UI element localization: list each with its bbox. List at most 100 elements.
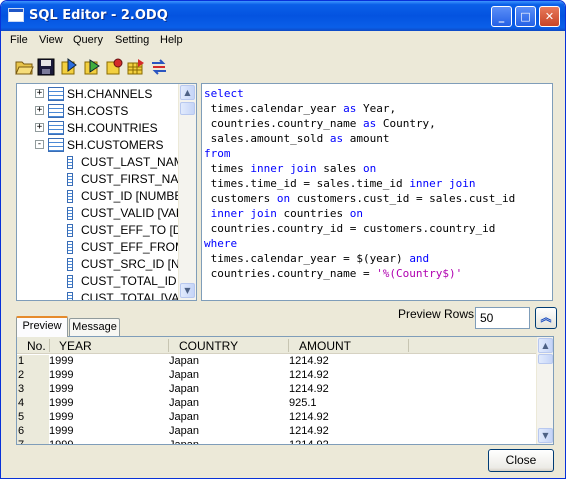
column-icon [67,156,73,169]
preview-rows-label: Preview Rows: [398,307,478,321]
grid-cell[interactable]: Japan [169,439,199,444]
tree-column-node[interactable]: CUST_EFF_FROM [ [17,239,192,256]
expand-icon[interactable]: + [35,106,44,115]
column-separator[interactable] [408,339,409,352]
tab-message[interactable]: Message [69,318,120,337]
table-row[interactable]: 1 1999 Japan 1214.92 [17,355,537,369]
maximize-icon: □ [520,10,531,23]
scroll-down-arrow-icon[interactable]: ▼ [538,428,553,443]
execute-icon[interactable] [104,57,124,77]
grid-cell[interactable]: 1214.92 [289,383,329,395]
results-grid[interactable]: No. YEAR COUNTRY AMOUNT 1 1999 Japan 1214.9… [16,336,554,445]
grid-cell[interactable]: 1999 [49,355,73,367]
expand-icon[interactable]: + [35,123,44,132]
menu-view[interactable]: View [39,34,63,46]
tree-table-node[interactable]: + SH.COSTS [17,103,187,120]
grid-cell[interactable]: 1999 [49,425,73,437]
table-row[interactable]: 5 1999 Japan 1214.92 [17,411,537,425]
title-bar[interactable]: SQL Editor - 2.ODQ _ □ ✕ [1,1,565,31]
grid-cell[interactable]: 1999 [49,369,73,381]
tree-column-node[interactable]: CUST_LAST_NAME [17,154,192,171]
window-title: SQL Editor - 2.ODQ [29,8,168,23]
grid-cell[interactable]: 925.1 [289,397,317,409]
tree-column-node[interactable]: CUST_EFF_TO [DA [17,222,189,239]
grid-cell[interactable]: Japan [169,355,199,367]
tree-table-node[interactable]: + SH.CHANNELS [17,86,187,103]
tree-column-node[interactable]: CUST_FIRST_NAM [17,171,188,188]
preview-rows-input[interactable]: 50 [475,307,530,329]
result-tabs: Preview Message [16,316,216,337]
column-separator[interactable] [49,339,50,352]
tree-scroll-thumb[interactable] [180,102,195,115]
menu-query[interactable]: Query [73,34,103,46]
sql-line: inner join countries on [204,206,363,221]
grid-cell[interactable]: Japan [169,369,199,381]
grid-cell[interactable]: 1999 [49,383,73,395]
table-row[interactable]: 2 1999 Japan 1214.92 [17,369,537,383]
scroll-up-arrow-icon[interactable]: ▲ [538,338,553,353]
schema-tree[interactable]: + SH.CHANNELS + SH.COSTS + SH.COUNTRIES - SH.CU… [16,83,197,301]
grid-cell[interactable]: 1999 [49,411,73,423]
grid-cell[interactable]: 1214.92 [289,355,329,367]
tree-table-node[interactable]: + SH.COUNTRIES [17,120,187,137]
grid-cell[interactable]: 1999 [49,439,73,444]
tree-column-node[interactable]: CUST_SRC_ID [NU [17,256,188,273]
sql-line: times inner join sales on [204,161,377,176]
table-row[interactable]: 7 1999 Japan 1214.92 [17,439,537,444]
open-folder-icon[interactable] [14,57,34,77]
grid-cell[interactable]: 1999 [49,397,73,409]
tree-node-label: CUST_TOTAL [VAR [81,291,188,301]
grid-cell[interactable]: 1214.92 [289,439,329,444]
collapse-icon[interactable]: - [35,140,44,149]
table-row[interactable]: 6 1999 Japan 1214.92 [17,425,537,439]
maximize-button[interactable]: □ [515,6,536,27]
grid-cell[interactable]: Japan [169,411,199,423]
tree-table-node[interactable]: - SH.CUSTOMERS [17,137,187,154]
save-icon[interactable] [36,57,56,77]
table-icon [48,87,64,101]
grid-cell[interactable]: 1214.92 [289,369,329,381]
menu-setting[interactable]: Setting [115,34,149,46]
header-year[interactable]: YEAR [59,339,92,353]
sql-token: times [204,162,251,175]
header-no[interactable]: No. [27,339,46,353]
grid-cell[interactable]: Japan [169,397,199,409]
sql-token: countries.country_name = [204,267,377,280]
column-icon [67,190,73,203]
scroll-down-arrow-icon[interactable]: ▼ [180,283,195,298]
tree-column-node[interactable]: CUST_TOTAL_ID [N [17,273,192,290]
header-amount[interactable]: AMOUNT [299,339,351,353]
grid-cell[interactable]: 1214.92 [289,425,329,437]
menu-help[interactable]: Help [160,34,183,46]
column-separator[interactable] [288,339,289,352]
preview-rows-button[interactable]: ︽ [535,307,557,329]
sql-editor[interactable]: select times.calendar_year as Year, coun… [201,83,553,301]
run-step-icon[interactable] [82,57,102,77]
minimize-button[interactable]: _ [491,6,512,27]
tree-column-node[interactable]: CUST_TOTAL [VAR [17,290,188,301]
menu-file[interactable]: File [10,34,28,46]
close-window-button[interactable]: ✕ [539,6,560,27]
table-icon[interactable] [126,57,146,77]
table-row[interactable]: 4 1999 Japan 925.1 [17,397,537,411]
grid-cell[interactable]: 1214.92 [289,411,329,423]
grid-cell[interactable]: Japan [169,425,199,437]
row-number: 4 [17,397,49,411]
close-button[interactable]: Close [488,449,554,472]
grid-scrollbar[interactable]: ▲ ▼ [536,337,553,444]
column-separator[interactable] [168,339,169,352]
tree-column-node[interactable]: CUST_VALID [VAR( [17,205,189,222]
header-country[interactable]: COUNTRY [179,339,238,353]
expand-icon[interactable]: + [35,89,44,98]
table-row[interactable]: 3 1999 Japan 1214.92 [17,383,537,397]
scroll-up-arrow-icon[interactable]: ▲ [180,85,195,100]
grid-scroll-thumb[interactable] [538,354,553,364]
tree-scrollbar[interactable]: ▲ ▼ [178,84,196,300]
grid-cell[interactable]: Japan [169,383,199,395]
tab-preview[interactable]: Preview [16,316,68,337]
sql-token: countries [276,207,350,220]
tree-column-node[interactable]: CUST_ID [NUMBEF [17,188,190,205]
tree-node-label: CUST_ID [NUMBEF [81,189,190,203]
refresh-icon[interactable] [149,57,169,77]
run-query-icon[interactable] [59,57,79,77]
